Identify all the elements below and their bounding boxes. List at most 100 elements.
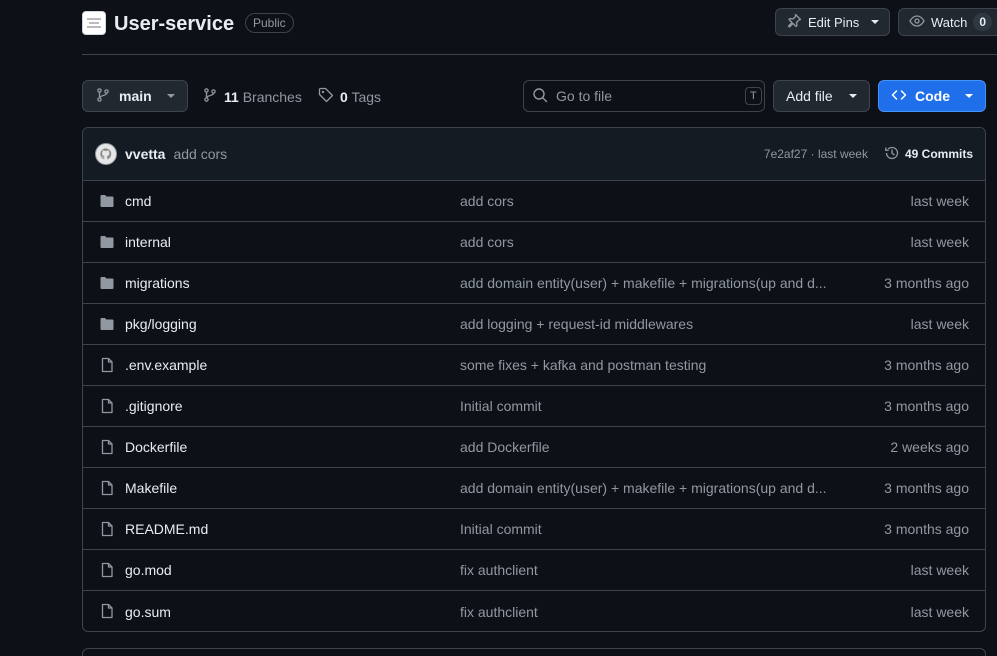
file-name-link[interactable]: go.sum xyxy=(125,604,171,620)
file-commit-message[interactable]: add domain entity(user) + makefile + mig… xyxy=(460,480,852,496)
table-row[interactable]: Dockerfile add Dockerfile 2 weeks ago xyxy=(83,427,985,468)
file-commit-message[interactable]: add cors xyxy=(460,234,852,250)
file-commit-date: 3 months ago xyxy=(884,480,969,496)
file-icon xyxy=(99,439,115,455)
file-icon xyxy=(99,521,115,537)
file-commit-message[interactable]: add logging + request-id middlewares xyxy=(460,316,852,332)
file-name-link[interactable]: Makefile xyxy=(125,480,177,496)
git-branch-icon xyxy=(95,87,111,106)
avatar[interactable] xyxy=(95,143,117,165)
folder-icon xyxy=(99,275,115,291)
edit-pins-button[interactable]: Edit Pins xyxy=(775,8,890,36)
readme-box xyxy=(82,648,986,656)
watch-button[interactable]: Watch 0 xyxy=(898,8,997,36)
branch-name: main xyxy=(119,88,152,104)
file-name-link[interactable]: .gitignore xyxy=(125,398,183,414)
table-row[interactable]: migrations add domain entity(user) + make… xyxy=(83,263,985,304)
add-file-label: Add file xyxy=(786,88,833,104)
search-input[interactable] xyxy=(556,88,737,104)
commits-count: 49 Commits xyxy=(904,147,973,161)
file-commit-message[interactable]: add Dockerfile xyxy=(460,439,852,455)
chevron-down-icon xyxy=(849,94,857,98)
file-commit-date: last week xyxy=(910,316,969,332)
code-button[interactable]: Code xyxy=(878,80,986,112)
table-row[interactable]: Makefile add domain entity(user) + makefi… xyxy=(83,468,985,509)
tags-count: 0 xyxy=(340,88,348,105)
commit-hash-time[interactable]: 7e2af27 · last week xyxy=(764,147,868,161)
table-row[interactable]: internal add cors last week xyxy=(83,222,985,263)
eye-icon xyxy=(909,13,925,32)
table-row[interactable]: pkg/logging add logging + request-id midd… xyxy=(83,304,985,345)
latest-commit-bar: vvetta add cors 7e2af27 · last week 49 C… xyxy=(83,128,985,181)
chevron-down-icon xyxy=(871,20,879,24)
file-commit-date: 3 months ago xyxy=(884,275,969,291)
folder-icon xyxy=(99,234,115,250)
go-to-file-search[interactable]: T xyxy=(523,80,765,112)
tags-link[interactable]: 0 Tags xyxy=(318,87,381,106)
add-file-button[interactable]: Add file xyxy=(773,80,870,112)
edit-pins-label: Edit Pins xyxy=(808,14,860,30)
git-branch-icon xyxy=(202,87,218,106)
file-name-link[interactable]: pkg/logging xyxy=(125,316,197,332)
search-icon xyxy=(532,87,548,106)
folder-icon xyxy=(99,193,115,209)
file-name-link[interactable]: go.mod xyxy=(125,562,172,578)
file-commit-date: last week xyxy=(910,603,969,620)
repo-avatar xyxy=(82,11,106,35)
watch-label: Watch xyxy=(931,14,968,30)
branch-select-button[interactable]: main xyxy=(82,80,188,112)
file-commit-message[interactable]: fix authclient xyxy=(460,604,852,620)
commit-author[interactable]: vvetta xyxy=(125,146,165,162)
file-commit-date: last week xyxy=(910,234,969,250)
file-commit-date: 3 months ago xyxy=(884,521,969,537)
folder-icon xyxy=(99,316,115,332)
file-commit-date: 2 weeks ago xyxy=(890,439,969,455)
file-icon xyxy=(99,562,115,578)
watch-count: 0 xyxy=(973,13,993,31)
code-label: Code xyxy=(915,88,950,104)
search-shortcut-hint: T xyxy=(745,87,762,105)
file-name-link[interactable]: .env.example xyxy=(125,357,207,373)
file-commit-date: 3 months ago xyxy=(884,398,969,414)
tags-label: Tags xyxy=(351,88,382,105)
file-commit-date: last week xyxy=(910,562,969,578)
header-divider xyxy=(82,54,997,55)
chevron-down-icon xyxy=(965,94,973,98)
file-icon xyxy=(99,603,115,619)
file-commit-date: 3 months ago xyxy=(884,357,969,373)
table-row[interactable]: cmd add cors last week xyxy=(83,181,985,222)
file-icon xyxy=(99,357,115,373)
file-name-link[interactable]: migrations xyxy=(125,275,190,291)
file-commit-message[interactable]: fix authclient xyxy=(460,562,852,578)
chevron-down-icon xyxy=(167,94,175,98)
history-icon xyxy=(884,145,900,164)
file-commit-message[interactable]: some fixes + kafka and postman testing xyxy=(460,357,852,373)
file-commit-message[interactable]: add domain entity(user) + makefile + mig… xyxy=(460,275,852,291)
pin-icon xyxy=(786,13,802,32)
table-row[interactable]: README.md Initial commit 3 months ago xyxy=(83,509,985,550)
table-row[interactable]: go.sum fix authclient last week xyxy=(83,591,985,631)
file-name-link[interactable]: cmd xyxy=(125,193,151,209)
commits-history-link[interactable]: 49 Commits xyxy=(884,145,973,164)
commit-message[interactable]: add cors xyxy=(173,146,227,162)
file-icon xyxy=(99,480,115,496)
table-row[interactable]: go.mod fix authclient last week xyxy=(83,550,985,591)
branches-link[interactable]: 11 Branches xyxy=(202,87,302,106)
table-row[interactable]: .gitignore Initial commit 3 months ago xyxy=(83,386,985,427)
file-commit-message[interactable]: Initial commit xyxy=(460,521,852,537)
branches-label: Branches xyxy=(242,88,302,105)
tag-icon xyxy=(318,87,334,106)
table-row[interactable]: .env.example some fixes + kafka and postm… xyxy=(83,345,985,386)
file-commit-date: last week xyxy=(910,193,969,209)
branches-count: 11 xyxy=(224,88,239,105)
file-commit-message[interactable]: add cors xyxy=(460,193,852,209)
file-table: vvetta add cors 7e2af27 · last week 49 C… xyxy=(82,127,986,632)
file-name-link[interactable]: README.md xyxy=(125,521,208,537)
code-icon xyxy=(891,87,907,106)
visibility-badge: Public xyxy=(245,13,294,33)
file-icon xyxy=(99,398,115,414)
file-name-link[interactable]: Dockerfile xyxy=(125,439,187,455)
file-commit-message[interactable]: Initial commit xyxy=(460,398,852,414)
file-name-link[interactable]: internal xyxy=(125,234,171,250)
repo-title[interactable]: User-service xyxy=(114,10,234,38)
